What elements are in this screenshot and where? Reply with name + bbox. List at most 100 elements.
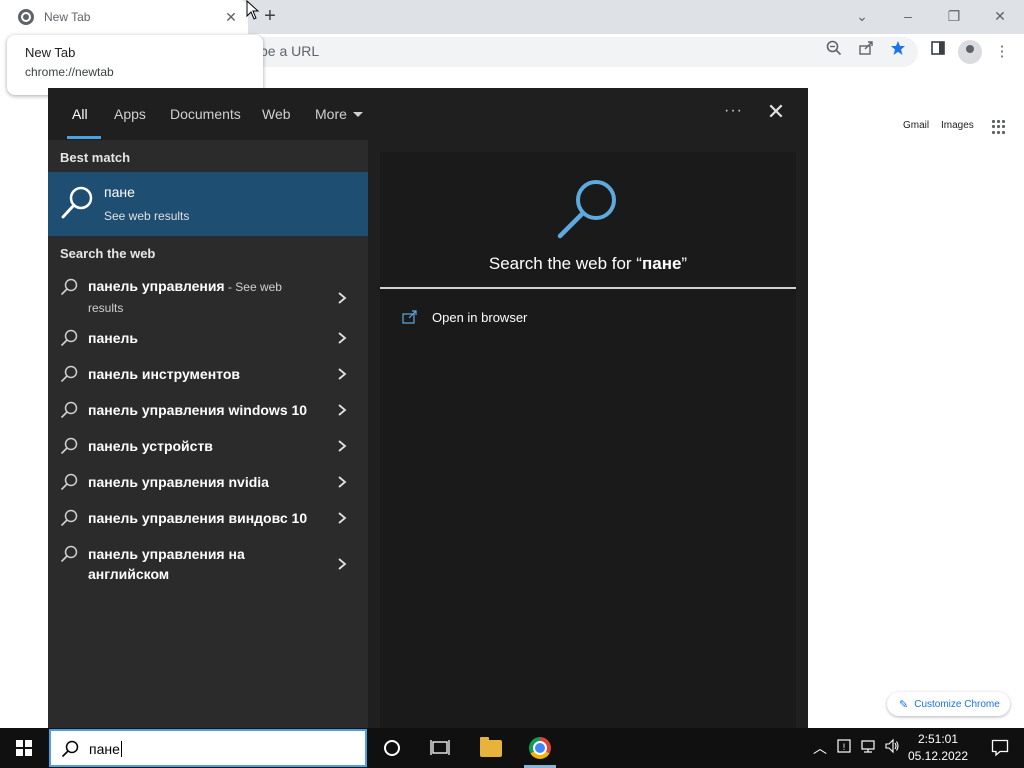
customize-chrome-label: Customize Chrome: [914, 698, 1000, 710]
web-result-item[interactable]: панель устройств: [48, 428, 368, 464]
filter-tab-web[interactable]: Web: [262, 106, 291, 122]
chevron-right-icon: [338, 332, 347, 344]
web-result-item[interactable]: панель управления виндовс 10: [48, 500, 368, 536]
web-result-item[interactable]: панель управления - See web results: [48, 266, 368, 316]
svg-text:!: !: [843, 742, 846, 752]
best-match-heading: Best match: [60, 150, 131, 165]
chrome-tabstrip: New Tab ✕ + ⌄ – ❐ ✕: [0, 0, 1024, 34]
web-result-item[interactable]: панель управления windows 10: [48, 392, 368, 428]
windows-search-panel: All Apps Documents Web More ··· ✕ Best m…: [48, 88, 808, 728]
chevron-right-icon: [338, 440, 347, 452]
customize-chrome-button[interactable]: ✎ Customize Chrome: [887, 692, 1010, 716]
filter-tab-documents[interactable]: Documents: [170, 106, 241, 122]
search-query-value: пане: [89, 741, 120, 757]
chrome-favicon-icon: [18, 9, 34, 25]
open-in-browser-label: Open in browser: [432, 310, 528, 325]
preview-heading-query: пане: [641, 254, 682, 273]
web-result-query: панель инструментов: [88, 366, 240, 382]
chevron-right-icon: [338, 368, 347, 380]
bookmark-star-icon[interactable]: [886, 40, 910, 64]
search-query-text: пане: [89, 741, 122, 757]
filter-tab-apps[interactable]: Apps: [114, 106, 146, 122]
close-tab-icon[interactable]: ✕: [222, 8, 240, 26]
web-result-query: панель управления nvidia: [88, 474, 269, 490]
side-panel-icon[interactable]: [926, 40, 950, 64]
search-icon: [60, 329, 78, 347]
action-center-button[interactable]: [976, 728, 1024, 768]
clock-date: 05.12.2022: [907, 749, 969, 763]
google-apps-icon[interactable]: [992, 120, 1006, 134]
chevron-right-icon: [338, 292, 347, 304]
filter-tab-more[interactable]: More: [315, 106, 363, 122]
gmail-link[interactable]: Gmail: [903, 120, 929, 131]
file-explorer-button[interactable]: [466, 728, 514, 768]
system-clock[interactable]: 2:51:01 05.12.2022: [906, 731, 970, 765]
best-match-item[interactable]: пане See web results: [48, 172, 368, 236]
new-tab-button[interactable]: +: [258, 5, 282, 29]
restore-icon[interactable]: ❐: [940, 4, 968, 28]
search-icon: [60, 401, 78, 419]
volume-icon[interactable]: [882, 738, 902, 758]
open-external-icon: [402, 310, 417, 324]
minimize-icon[interactable]: –: [894, 4, 922, 28]
defender-icon[interactable]: !: [834, 738, 854, 758]
preview-divider: [380, 287, 796, 289]
chevron-up-icon[interactable]: ︿: [810, 738, 830, 758]
web-result-query: панель управления виндовс 10: [88, 510, 308, 526]
network-icon[interactable]: [858, 738, 878, 758]
profile-avatar[interactable]: [958, 40, 982, 64]
preview-heading-suffix: ”: [681, 254, 688, 273]
notification-icon: [991, 739, 1009, 757]
filter-tab-more-label: More: [315, 106, 347, 122]
search-icon: [60, 545, 78, 563]
web-result-query: панель управления: [88, 278, 225, 294]
task-view-icon: [430, 740, 450, 755]
start-button[interactable]: [0, 728, 48, 768]
chrome-taskbar-button[interactable]: [516, 728, 564, 768]
chevron-right-icon: [338, 558, 347, 570]
tab-hover-card: New Tab chrome://newtab: [7, 35, 263, 95]
preview-pane: Search the web for “пане” Open in browse…: [380, 152, 796, 728]
chevron-right-icon: [338, 404, 347, 416]
web-result-item[interactable]: панель инструментов: [48, 356, 368, 392]
search-web-heading: Search the web: [60, 246, 156, 261]
open-in-browser-action[interactable]: Open in browser: [402, 306, 602, 330]
chrome-icon: [529, 737, 551, 759]
chrome-menu-icon[interactable]: ⋮: [990, 40, 1014, 64]
mouse-pointer-icon: [246, 0, 260, 20]
hover-card-title: New Tab: [25, 45, 76, 60]
search-icon: [60, 509, 78, 527]
search-icon: [60, 365, 78, 383]
tab-search-chevron-icon[interactable]: ⌄: [848, 4, 876, 28]
caret-down-icon: [352, 112, 363, 117]
search-icon: [61, 740, 79, 758]
web-result-query: панель: [88, 330, 138, 346]
web-result-item[interactable]: панель: [48, 320, 368, 356]
search-icon: [60, 278, 78, 296]
images-link[interactable]: Images: [941, 120, 974, 131]
folder-icon: [480, 737, 502, 757]
web-result-item[interactable]: панель управления на английском: [48, 536, 368, 588]
filter-tab-all[interactable]: All: [72, 106, 88, 122]
zoom-icon[interactable]: [822, 40, 846, 64]
web-result-query: панель управления windows 10: [88, 402, 308, 418]
cortana-button[interactable]: [368, 728, 416, 768]
close-panel-icon[interactable]: ✕: [764, 100, 788, 124]
share-icon[interactable]: [854, 40, 878, 64]
pencil-icon: ✎: [899, 698, 909, 711]
taskbar-search-input[interactable]: пане: [49, 729, 367, 767]
search-icon: [60, 437, 78, 455]
web-result-label: панель управления - See web results: [88, 276, 308, 318]
taskbar: пане ︿ ! 2:51:01 05.12.2022: [0, 728, 1024, 768]
search-icon: [557, 180, 616, 239]
clock-time: 2:51:01: [917, 732, 959, 746]
task-view-button[interactable]: [416, 728, 464, 768]
tab-new-tab[interactable]: New Tab ✕: [0, 0, 248, 34]
address-bar[interactable]: pe a URL: [190, 37, 918, 67]
web-result-item[interactable]: панель управления nvidia: [48, 464, 368, 500]
more-options-icon[interactable]: ···: [724, 102, 743, 120]
close-window-icon[interactable]: ✕: [986, 4, 1014, 28]
search-filter-bar: All Apps Documents Web More ··· ✕: [48, 88, 808, 140]
text-caret: [120, 741, 122, 757]
search-icon: [60, 473, 78, 491]
